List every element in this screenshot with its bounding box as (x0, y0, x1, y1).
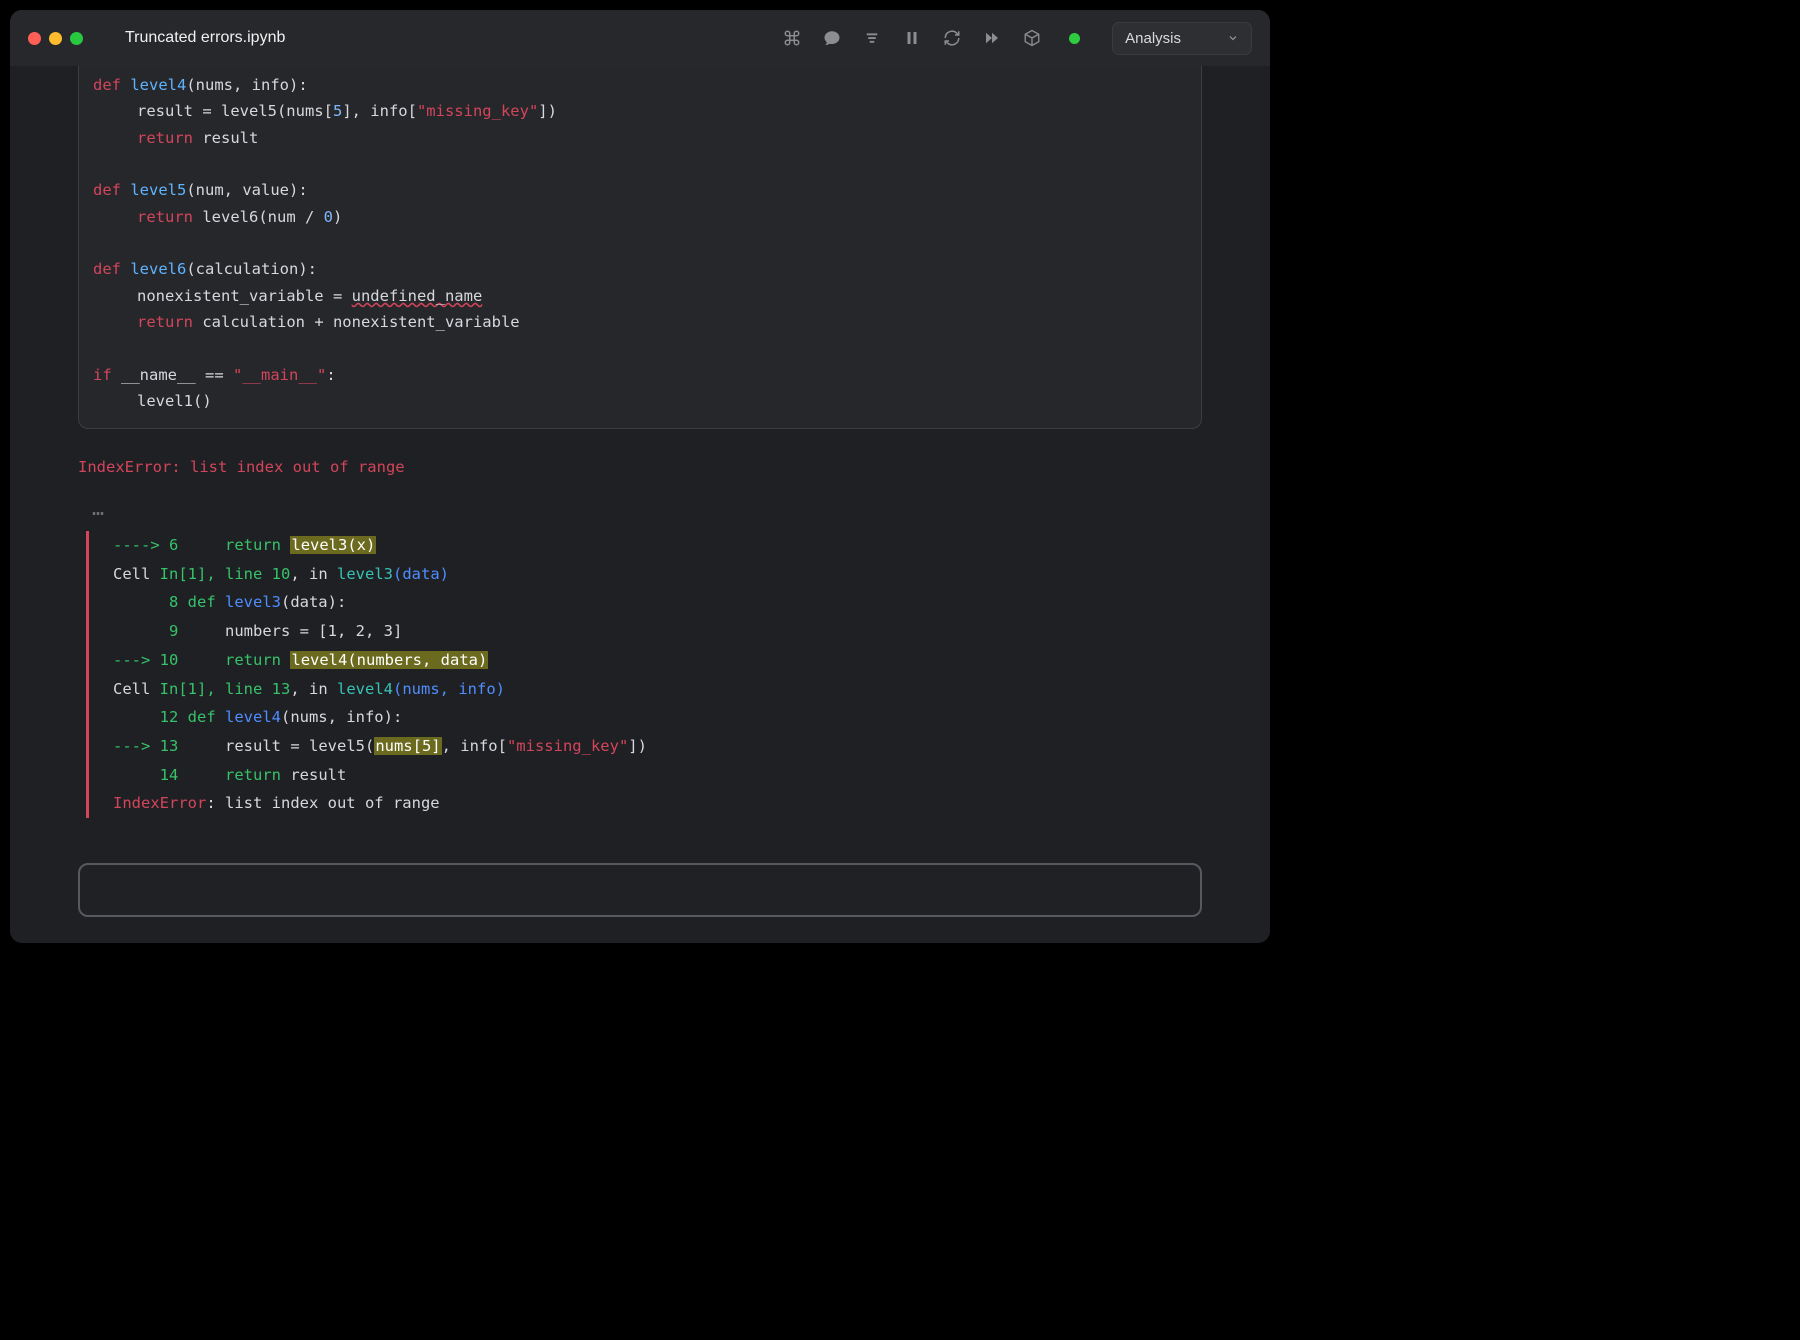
new-cell-input[interactable] (78, 863, 1202, 917)
traceback: ----> 6 return level3(x) Cell In[1], lin… (86, 531, 1202, 818)
environment-selector[interactable]: Analysis (1112, 22, 1252, 55)
error-title: IndexError: list index out of range (78, 453, 1202, 482)
titlebar: Truncated errors.ipynb (10, 10, 1270, 66)
toolbar (783, 29, 1080, 47)
refresh-icon[interactable] (943, 29, 961, 47)
command-icon[interactable] (783, 29, 801, 47)
chevron-down-icon (1227, 32, 1239, 44)
pause-icon[interactable] (903, 29, 921, 47)
notebook-content: def level4(nums, info): result = level5(… (10, 66, 1270, 943)
file-title: Truncated errors.ipynb (125, 29, 285, 47)
window-controls (28, 32, 83, 45)
code-cell[interactable]: def level4(nums, info): result = level5(… (78, 66, 1202, 429)
package-icon[interactable] (1023, 29, 1041, 47)
kernel-status-indicator (1069, 33, 1080, 44)
ellipsis-icon[interactable]: … (92, 490, 1202, 527)
list-icon[interactable] (863, 29, 881, 47)
chat-icon[interactable] (823, 29, 841, 47)
maximize-icon[interactable] (70, 32, 83, 45)
fast-forward-icon[interactable] (983, 29, 1001, 47)
environment-label: Analysis (1125, 30, 1181, 47)
error-output: IndexError: list index out of range … --… (78, 453, 1202, 817)
app-window: Truncated errors.ipynb (10, 10, 1270, 943)
minimize-icon[interactable] (49, 32, 62, 45)
close-icon[interactable] (28, 32, 41, 45)
